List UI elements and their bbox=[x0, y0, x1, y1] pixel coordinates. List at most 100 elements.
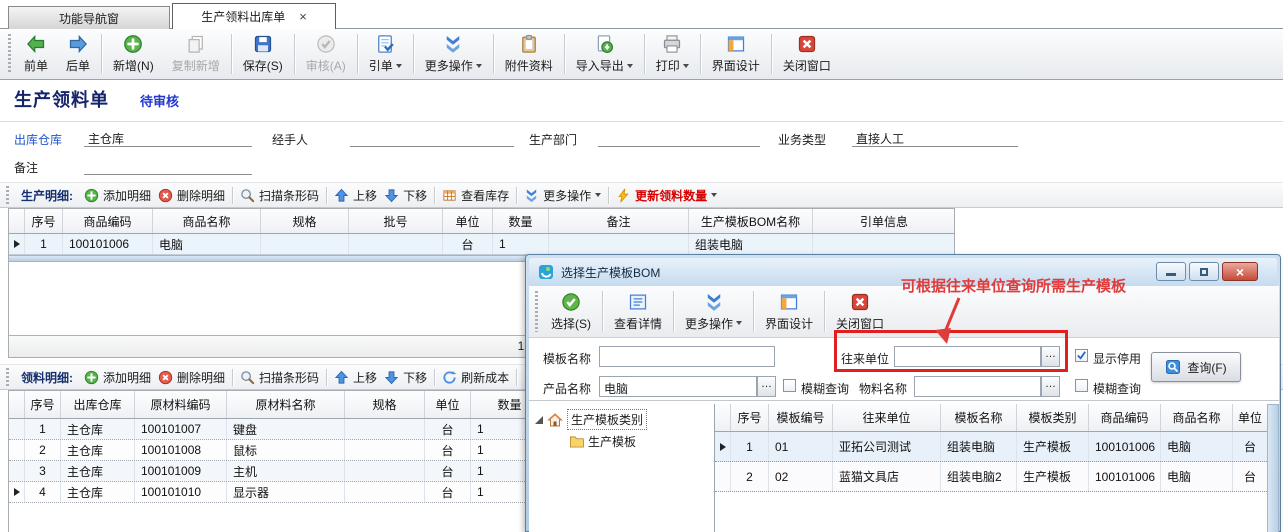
annotation-text: 可根据往来单位查询所需生产模板 bbox=[901, 275, 1126, 296]
minimize-icon bbox=[1166, 273, 1176, 276]
column-header[interactable]: 原材料编码 bbox=[135, 391, 227, 418]
column-header[interactable]: 引单信息 bbox=[813, 209, 955, 233]
column-header[interactable]: 批号 bbox=[349, 209, 443, 233]
scan-barcode-button[interactable]: 扫描条形码 bbox=[240, 187, 319, 204]
more-actions-button[interactable]: 更多操作 bbox=[676, 286, 751, 337]
query-button[interactable]: 查询(F) bbox=[1151, 352, 1241, 382]
column-header[interactable]: 数量 bbox=[493, 209, 549, 233]
new-button[interactable]: 新增(N) bbox=[104, 29, 163, 79]
maximize-button[interactable] bbox=[1189, 262, 1219, 281]
import-export-button[interactable]: 导入导出 bbox=[567, 29, 642, 79]
handler-field[interactable] bbox=[350, 127, 514, 147]
vertical-scrollbar[interactable] bbox=[1267, 404, 1279, 532]
cell-remark bbox=[549, 234, 689, 254]
column-header[interactable]: 商品编码 bbox=[1089, 404, 1161, 431]
column-header[interactable]: 商品名称 bbox=[153, 209, 261, 233]
mat-detail-table: 序号 出库仓库 原材料编码 原材料名称 规格 单位 数量 1 主仓库 10010… bbox=[8, 390, 548, 532]
tree-child-item[interactable]: 生产模板 bbox=[569, 433, 636, 450]
show-disabled-checkbox[interactable] bbox=[1075, 349, 1088, 362]
material-lookup-button[interactable]: … bbox=[1041, 376, 1060, 397]
column-header[interactable]: 规格 bbox=[261, 209, 349, 233]
cell-batch bbox=[349, 234, 443, 254]
close-window-button[interactable]: 关闭窗口 bbox=[774, 29, 840, 79]
table-header-row: 序号 出库仓库 原材料编码 原材料名称 规格 单位 数量 bbox=[9, 391, 547, 419]
column-header[interactable]: 序号 bbox=[25, 209, 63, 233]
column-header[interactable]: 模板类别 bbox=[1017, 404, 1089, 431]
view-detail-button[interactable]: 查看详情 bbox=[605, 286, 671, 337]
column-header[interactable]: 模板名称 bbox=[941, 404, 1017, 431]
table-row[interactable]: 2 主仓库 100101008 鼠标 台 1 bbox=[9, 440, 547, 461]
table-row[interactable]: 1 01 亚拓公司测试 组装电脑 生产模板 100101006 电脑 台 bbox=[715, 432, 1267, 462]
tab-production-requisition[interactable]: 生产领料出库单 × bbox=[172, 3, 336, 29]
cell-unit: 台 bbox=[425, 440, 471, 460]
template-name-input[interactable] bbox=[599, 346, 775, 367]
product-lookup-button[interactable]: … bbox=[757, 376, 776, 397]
refresh-cost-button[interactable]: 刷新成本 bbox=[442, 369, 509, 386]
ui-design-button[interactable]: 界面设计 bbox=[756, 286, 822, 337]
add-row-button[interactable]: 添加明细 bbox=[84, 187, 151, 204]
scan-barcode-button[interactable]: 扫描条形码 bbox=[240, 369, 319, 386]
column-header[interactable]: 备注 bbox=[549, 209, 689, 233]
delete-row-button[interactable]: 删除明细 bbox=[158, 187, 225, 204]
column-header[interactable]: 模板编号 bbox=[769, 404, 833, 431]
tab-function-nav[interactable]: 功能导航窗 bbox=[8, 6, 170, 29]
column-header[interactable]: 往来单位 bbox=[833, 404, 941, 431]
table-row[interactable]: 1 主仓库 100101007 键盘 台 1 bbox=[9, 419, 547, 440]
view-stock-button[interactable]: 查看库存 bbox=[442, 187, 509, 204]
move-up-button[interactable]: 上移 bbox=[334, 369, 377, 386]
column-header[interactable]: 单位 bbox=[425, 391, 471, 418]
next-doc-button[interactable]: 后单 bbox=[57, 29, 99, 79]
chevron-down-icon bbox=[595, 193, 601, 197]
cell-product-name: 电脑 bbox=[1161, 462, 1233, 491]
ui-design-button[interactable]: 界面设计 bbox=[703, 29, 769, 79]
table-row[interactable]: 3 主仓库 100101009 主机 台 1 bbox=[9, 461, 547, 482]
delete-row-button[interactable]: 删除明细 bbox=[158, 369, 225, 386]
table-row[interactable]: 1 100101006 电脑 台 1 组装电脑 bbox=[9, 234, 954, 255]
modal-close-button[interactable]: × bbox=[1222, 262, 1258, 281]
move-up-button[interactable]: 上移 bbox=[334, 187, 377, 204]
warehouse-field[interactable]: 主仓库 bbox=[84, 127, 252, 147]
column-header[interactable]: 规格 bbox=[345, 391, 425, 418]
column-header[interactable]: 单位 bbox=[1233, 404, 1267, 431]
column-header[interactable]: 出库仓库 bbox=[61, 391, 135, 418]
column-header[interactable]: 序号 bbox=[25, 391, 61, 418]
save-button[interactable]: 保存(S) bbox=[234, 29, 292, 79]
minimize-button[interactable] bbox=[1156, 262, 1186, 281]
ref-doc-button[interactable]: 引单 bbox=[360, 29, 411, 79]
expand-icon bbox=[535, 416, 543, 424]
column-header[interactable]: 原材料名称 bbox=[227, 391, 345, 418]
modal-body: 选择(S) 查看详情 更多操作 界面设计 bbox=[529, 286, 1279, 532]
more-actions-button[interactable]: 更多操作 bbox=[524, 187, 601, 204]
add-row-button[interactable]: 添加明细 bbox=[84, 369, 151, 386]
column-header[interactable]: 商品编码 bbox=[63, 209, 153, 233]
material-name-input[interactable] bbox=[914, 376, 1041, 397]
copy-new-button[interactable]: 复制新增 bbox=[163, 29, 229, 79]
table-row[interactable]: 4 主仓库 100101010 显示器 台 1 bbox=[9, 482, 547, 503]
update-qty-button[interactable]: 更新领料数量 bbox=[616, 187, 717, 204]
audit-button[interactable]: 审核(A) bbox=[297, 29, 355, 79]
column-header[interactable]: 生产模板BOM名称 bbox=[689, 209, 813, 233]
move-down-button[interactable]: 下移 bbox=[384, 187, 427, 204]
remark-field[interactable] bbox=[84, 155, 252, 175]
tab-close-icon[interactable]: × bbox=[299, 10, 307, 23]
column-header[interactable]: 序号 bbox=[731, 404, 769, 431]
fuzzy-query-checkbox-1[interactable] bbox=[783, 379, 796, 392]
product-name-input[interactable]: 电脑 bbox=[599, 376, 757, 397]
biztype-field[interactable]: 直接人工 bbox=[852, 127, 1018, 147]
fuzzy-query-checkbox-2[interactable] bbox=[1075, 379, 1088, 392]
button-label: 审核(A) bbox=[306, 57, 346, 74]
more-actions-button[interactable]: 更多操作 bbox=[416, 29, 491, 79]
column-header[interactable]: 商品名称 bbox=[1161, 404, 1233, 431]
table-row[interactable]: 2 02 蓝猫文具店 组装电脑2 生产模板 100101006 电脑 台 bbox=[715, 462, 1267, 492]
cell-code: 100101008 bbox=[135, 440, 227, 460]
select-button[interactable]: 选择(S) bbox=[542, 286, 600, 337]
tree-root-item[interactable]: 生产模板类别 bbox=[535, 409, 647, 430]
dept-field[interactable] bbox=[598, 127, 760, 147]
cell-partner: 蓝猫文具店 bbox=[833, 462, 941, 491]
down-arrow-icon bbox=[384, 370, 399, 385]
column-header[interactable]: 单位 bbox=[443, 209, 493, 233]
prev-doc-button[interactable]: 前单 bbox=[15, 29, 57, 79]
print-button[interactable]: 打印 bbox=[647, 29, 698, 79]
attachments-button[interactable]: 附件资料 bbox=[496, 29, 562, 79]
move-down-button[interactable]: 下移 bbox=[384, 369, 427, 386]
